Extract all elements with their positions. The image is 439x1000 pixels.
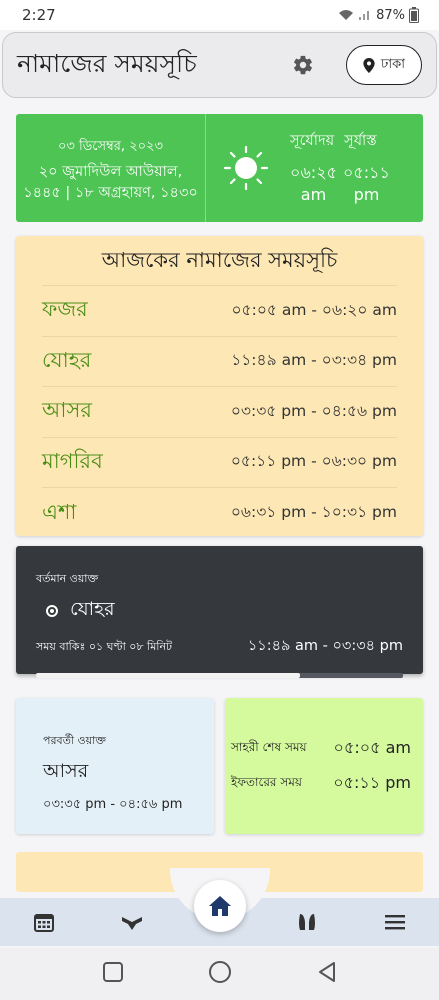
prayer-row-isha[interactable]: এশা ০৬:৩১ pm - ১০:৩১ pm bbox=[42, 488, 397, 539]
today-schedule-card: আজকের নামাজের সময়সূচি ফজর ০৫:০৫ am - ০৬… bbox=[16, 236, 423, 536]
iftar-label: ইফতারের সময় bbox=[231, 774, 302, 789]
back-button[interactable] bbox=[317, 961, 337, 987]
prayer-name: মাগরিব bbox=[42, 448, 103, 473]
waqt-progress-fill bbox=[36, 673, 301, 678]
recents-button[interactable] bbox=[102, 961, 124, 987]
system-nav-bar bbox=[0, 948, 439, 1000]
sunset-time: ০৫:১১ bbox=[342, 163, 390, 182]
status-icons: 87% bbox=[338, 7, 419, 23]
wifi-icon bbox=[339, 10, 354, 20]
location-button[interactable]: ঢাকা bbox=[346, 45, 422, 85]
app-bar: নামাজের সময়সূচি ঢাকা bbox=[2, 32, 437, 98]
waqt-progress-bar bbox=[36, 673, 403, 678]
sunset-label: সূর্যাস্ত bbox=[344, 133, 377, 149]
sunset-value: ০৫:১১ pm bbox=[343, 162, 390, 206]
next-waqt-name: আসর bbox=[43, 760, 89, 782]
time-remaining: সময় বাকিঃ ০১ ঘণ্টা ০৮ মিনিট bbox=[36, 639, 173, 653]
prayer-name: আসর bbox=[42, 398, 92, 423]
prayer-time: ০৫:১১ pm - ০৬:৩০ pm bbox=[230, 452, 397, 471]
sehri-iftar-card: সাহরী শেষ সময় ০৫:০৫ am ইফতারের সময় ০৫:… bbox=[225, 698, 423, 834]
app-title: নামাজের সময়সূচি bbox=[17, 48, 197, 78]
radio-selected-icon bbox=[46, 605, 58, 617]
current-waqt-range: ১১:৪৯ am - ০৩:৩৪ pm bbox=[247, 638, 403, 654]
battery-icon bbox=[409, 7, 419, 23]
sun-icon bbox=[206, 114, 286, 222]
current-waqt-name: যোহর bbox=[70, 598, 115, 620]
sunrise-label: সূর্যোদয় bbox=[290, 133, 335, 149]
sehri-label: সাহরী শেষ সময় bbox=[231, 739, 307, 754]
next-waqt-range: ০৩:৩৫ pm - ০৪:৫৬ pm bbox=[43, 797, 183, 812]
prayer-row-fajr[interactable]: ফজর ০৫:০৫ am - ০৬:২০ am bbox=[42, 286, 397, 337]
calendar-icon[interactable] bbox=[32, 910, 56, 934]
hijri-date-line1: ২০ জুমাদিউল আউয়াল, bbox=[38, 163, 183, 180]
prayer-time: ০৬:৩১ pm - ১০:৩১ pm bbox=[230, 503, 397, 522]
prayer-row-asr[interactable]: আসর ০৩:৩৫ pm - ০৪:৫৬ pm bbox=[42, 387, 397, 438]
sunset-ampm: pm bbox=[353, 185, 380, 204]
home-icon[interactable] bbox=[194, 880, 246, 932]
prayer-name: এশা bbox=[42, 499, 77, 524]
current-waqt-card: বর্তমান ওয়াক্ত যোহর সময় বাকিঃ ০১ ঘণ্টা… bbox=[16, 546, 423, 678]
prayer-time: ০৫:০৫ am - ০৬:২০ am bbox=[231, 300, 397, 319]
sun-times: সূর্যোদয় সূর্যাস্ত ০৬:২৫ am ০৫:১১ pm bbox=[286, 114, 423, 222]
signal-icon bbox=[359, 11, 370, 20]
prayer-name: যোহর bbox=[42, 347, 92, 372]
next-waqt-card: পরবর্তী ওয়াক্ত আসর ০৩:৩৫ pm - ০৪:৫৬ pm bbox=[16, 698, 214, 834]
iftar-time: ০৫:১১ pm bbox=[333, 773, 411, 792]
prayer-time: ০৩:৩৫ pm - ০৪:৫৬ pm bbox=[230, 401, 397, 420]
gregorian-date: ০৩ ডিসেম্বর, ২০২৩ bbox=[57, 138, 164, 154]
prayer-hands-icon[interactable] bbox=[295, 910, 319, 934]
gear-icon[interactable] bbox=[290, 52, 316, 78]
prayer-time: ১১:৪৯ am - ০৩:৩৪ pm bbox=[231, 351, 397, 370]
sehri-time: ০৫:০৫ am bbox=[333, 738, 411, 757]
schedule-title: আজকের নামাজের সময়সূচি bbox=[42, 236, 397, 286]
location-pin-icon bbox=[363, 57, 375, 73]
status-time: 2:27 bbox=[22, 6, 56, 24]
next-waqt-label: পরবর্তী ওয়াক্ত bbox=[43, 734, 106, 747]
hijri-date-line2: ১৪৪৫ | ১৮ অগ্রহায়ণ, ১৪৩০ bbox=[23, 184, 198, 201]
sunrise-value: ০৬:২৫ am bbox=[290, 162, 337, 206]
battery-percent: 87% bbox=[376, 7, 405, 23]
prayer-row-dhuhr[interactable]: যোহর ১১:৪৯ am - ০৩:৩৪ pm bbox=[42, 337, 397, 387]
date-column: ০৩ ডিসেম্বর, ২০২৩ ২০ জুমাদিউল আউয়াল, ১৪… bbox=[16, 114, 206, 222]
home-system-button[interactable] bbox=[208, 960, 232, 988]
date-sun-card: ০৩ ডিসেম্বর, ২০২৩ ২০ জুমাদিউল আউয়াল, ১৪… bbox=[16, 114, 423, 222]
quran-icon[interactable] bbox=[120, 910, 144, 934]
location-label: ঢাকা bbox=[381, 56, 405, 72]
current-waqt-label: বর্তমান ওয়াক্ত bbox=[36, 572, 99, 585]
prayer-row-maghrib[interactable]: মাগরিব ০৫:১১ pm - ০৬:৩০ pm bbox=[42, 438, 397, 488]
menu-icon[interactable] bbox=[383, 910, 407, 934]
sunrise-time: ০৬:২৫ bbox=[290, 163, 337, 182]
sunrise-ampm: am bbox=[300, 185, 327, 204]
status-bar: 2:27 87% bbox=[0, 0, 439, 30]
prayer-name: ফজর bbox=[42, 297, 88, 322]
